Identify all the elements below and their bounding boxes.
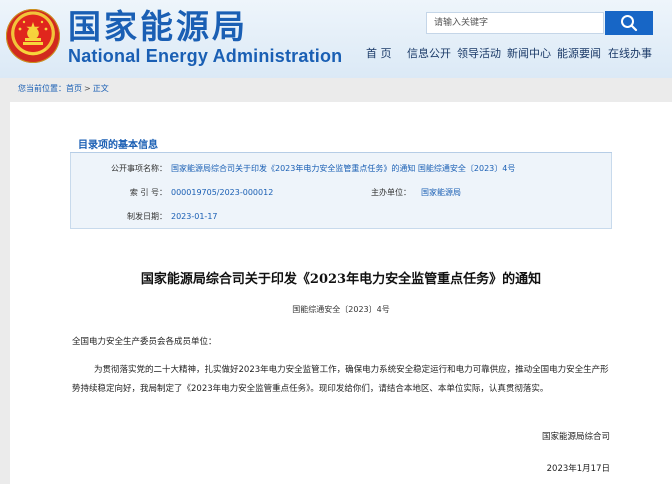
document-date: 2023年1月17日 — [546, 464, 610, 474]
info-table: 公开事项名称： 国家能源局综合司关于印发《2023年电力安全监管重点任务》的通知… — [70, 153, 612, 229]
breadcrumb-current: 正文 — [92, 84, 109, 93]
breadcrumb-separator: > — [84, 84, 91, 93]
document-number: 国能综通安全〔2023〕4号 — [292, 305, 390, 314]
nav-item-leader-activities[interactable]: 领导活动 — [457, 47, 501, 61]
document-title: 国家能源局综合司关于印发《2023年电力安全监管重点任务》的通知 — [140, 272, 542, 287]
index-value: 000019705/2023-000012 — [171, 188, 274, 197]
nav-item-online-services[interactable]: 在线办事 — [608, 47, 652, 61]
owner-value: 国家能源局 — [421, 188, 461, 197]
nav-item-home[interactable]: 首 页 — [366, 47, 392, 61]
breadcrumb: 您当前位置：首页 > 正文 — [0, 80, 672, 98]
search-button[interactable] — [605, 11, 653, 35]
index-label: 索 引 号： — [129, 188, 167, 197]
subject-value: 国家能源局综合司关于印发《2023年电力安全监管重点任务》的通知 国能综通安全〔… — [171, 164, 516, 173]
document-addressee: 全国电力安全生产委员会各成员单位： — [72, 337, 217, 347]
search-icon — [621, 15, 638, 32]
site-logo-en[interactable]: National Energy Administration — [68, 46, 342, 66]
info-section-title: 目录项的基本信息 — [78, 140, 158, 151]
document-body: 为贯彻落实党的二十大精神，扎实做好2023年电力安全监管工作，确保电力系统安全稳… — [72, 365, 609, 394]
breadcrumb-prefix: 您当前位置： — [18, 84, 66, 93]
search-input[interactable]: 请输入关键字 — [426, 12, 604, 34]
national-emblem-icon — [6, 9, 60, 63]
nav-item-energy-news[interactable]: 能源要闻 — [557, 47, 601, 61]
content-panel: 目录项的基本信息 公开事项名称： 国家能源局综合司关于印发《2023年电力安全监… — [10, 102, 672, 484]
subject-label: 公开事项名称： — [111, 164, 167, 173]
document-signature: 国家能源局综合司 — [541, 432, 610, 442]
site-logo-cn[interactable]: 国家能源局 — [68, 7, 248, 47]
site-header: 国家能源局 National Energy Administration 请输入… — [0, 0, 672, 78]
nav-item-news-center[interactable]: 新闻中心 — [507, 47, 551, 61]
nav-item-info-disclosure[interactable]: 信息公开 — [407, 47, 451, 61]
date-label: 制发日期： — [127, 212, 167, 221]
owner-label: 主办单位： — [371, 188, 411, 197]
date-value: 2023-01-17 — [171, 212, 218, 221]
breadcrumb-home-link[interactable]: 首页 — [66, 84, 82, 93]
